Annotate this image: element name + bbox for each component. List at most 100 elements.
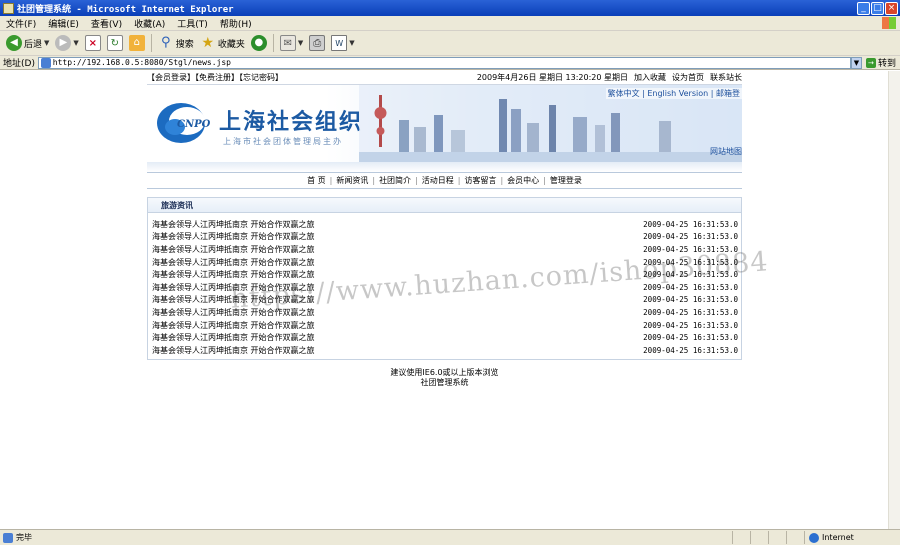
window-controls: _ □ ×	[857, 1, 898, 15]
nav-events[interactable]: 活动日程	[422, 175, 454, 186]
address-input[interactable]	[52, 57, 850, 68]
globe-icon	[809, 532, 819, 543]
minimize-button[interactable]: _	[857, 1, 870, 15]
maximize-button[interactable]: □	[871, 1, 884, 15]
language-links[interactable]: 繁体中文 | English Version | 邮箱登	[605, 88, 742, 99]
page-viewport: 【会员登录】【免费注册】【忘记密码】 2009年4月26日 星期日 13:20:…	[0, 71, 888, 529]
chevron-down-icon[interactable]: ▼	[298, 39, 303, 47]
address-label: 地址(D)	[3, 59, 35, 69]
mail-button[interactable]: ✉ ▼	[277, 33, 306, 53]
news-row[interactable]: 海基会领导人江丙坤抵南京 开始合作双赢之旅 2009-04-25 16:31:53…	[148, 319, 741, 332]
section-title: 旅游资讯	[148, 198, 741, 213]
address-bar: 地址(D) ▼ → 转到	[0, 56, 900, 70]
status-cell	[786, 531, 804, 544]
close-button[interactable]: ×	[885, 1, 898, 15]
menu-help[interactable]: 帮助(H)	[214, 17, 258, 30]
search-icon: ⚲	[161, 35, 171, 50]
news-section: 旅游资讯 海基会领导人江丙坤抵南京 开始合作双赢之旅 2009-04-25 16:…	[147, 197, 742, 360]
news-row[interactable]: 海基会领导人江丙坤抵南京 开始合作双赢之旅 2009-04-25 16:31:53…	[148, 344, 741, 357]
print-button[interactable]: ⎙	[306, 33, 328, 53]
chevron-down-icon[interactable]: ▼	[349, 39, 354, 47]
nav-member-center[interactable]: 会员中心	[507, 175, 539, 186]
vertical-scrollbar[interactable]	[888, 71, 900, 529]
menu-view[interactable]: 查看(V)	[85, 17, 128, 30]
page-footer: 建议使用IE6.0或以上版本浏览 社团管理系统	[147, 368, 742, 388]
site-subtitle: 上海市社会团体管理局主办	[223, 137, 343, 146]
back-arrow-icon: ◀	[6, 35, 22, 51]
news-date: 2009-04-25 16:31:53.0	[643, 320, 738, 330]
news-title-link[interactable]: 海基会领导人江丙坤抵南京 开始合作双赢之旅	[152, 307, 315, 318]
forward-button[interactable]: ▶ ▼	[52, 33, 81, 53]
nav-admin-login[interactable]: 管理登录	[550, 175, 582, 186]
stop-button[interactable]: ×	[82, 33, 104, 53]
news-title-link[interactable]: 海基会领导人江丙坤抵南京 开始合作双赢之旅	[152, 320, 315, 331]
news-title-link[interactable]: 海基会领导人江丙坤抵南京 开始合作双赢之旅	[152, 332, 315, 343]
set-homepage-link[interactable]: 设为首页	[672, 72, 704, 83]
footer-system-name: 社团管理系统	[420, 377, 469, 387]
news-row[interactable]: 海基会领导人江丙坤抵南京 开始合作双赢之旅 2009-04-25 16:31:53…	[148, 243, 741, 256]
toolbar: ◀ 后退 ▼ ▶ ▼ × ↻ ⌂ ⚲ 搜索 ★ 收藏夹 ● ✉ ▼ ⎙ W ▼	[0, 31, 900, 56]
date-display: 2009年4月26日 星期日 13:20:20 星期日	[476, 73, 628, 82]
refresh-icon: ↻	[106, 35, 123, 51]
chevron-down-icon[interactable]: ▼	[73, 39, 78, 47]
back-label: 后退	[24, 39, 43, 50]
site-name: 上海社会组织	[219, 109, 364, 135]
back-button[interactable]: ◀ 后退 ▼	[3, 33, 52, 53]
account-links[interactable]: 【会员登录】【免费注册】【忘记密码】	[147, 72, 283, 83]
menu-edit[interactable]: 编辑(E)	[42, 17, 85, 30]
news-title-link[interactable]: 海基会领导人江丙坤抵南京 开始合作双赢之旅	[152, 257, 315, 268]
news-row[interactable]: 海基会领导人江丙坤抵南京 开始合作双赢之旅 2009-04-25 16:31:53…	[148, 231, 741, 244]
cnpo-logo: CNPO	[157, 103, 211, 143]
status-cell	[768, 531, 786, 544]
menu-bar: 文件(F) 编辑(E) 查看(V) 收藏(A) 工具(T) 帮助(H)	[0, 16, 900, 31]
contact-link[interactable]: 联系站长	[710, 72, 742, 83]
zone-label: Internet	[822, 533, 854, 542]
add-favorite-link[interactable]: 加入收藏	[634, 72, 666, 83]
word-edit-icon: W	[331, 35, 348, 51]
edit-button[interactable]: W ▼	[328, 33, 357, 53]
news-date: 2009-04-25 16:31:53.0	[643, 295, 738, 305]
news-row[interactable]: 海基会领导人江丙坤抵南京 开始合作双赢之旅 2009-04-25 16:31:53…	[148, 268, 741, 281]
news-row[interactable]: 海基会领导人江丙坤抵南京 开始合作双赢之旅 2009-04-25 16:31:53…	[148, 281, 741, 294]
nav-home[interactable]: 首 页	[307, 175, 326, 186]
media-icon: ●	[250, 35, 267, 51]
refresh-button[interactable]: ↻	[104, 33, 126, 53]
news-date: 2009-04-25 16:31:53.0	[643, 270, 738, 280]
news-title-link[interactable]: 海基会领导人江丙坤抵南京 开始合作双赢之旅	[152, 269, 315, 280]
site-banner: CNPO 上海社会组织 上海市社会团体管理局主办 繁体中文 | English …	[147, 85, 742, 162]
news-row[interactable]: 海基会领导人江丙坤抵南京 开始合作双赢之旅 2009-04-25 16:31:53…	[148, 256, 741, 269]
stop-icon: ×	[84, 35, 101, 51]
chevron-down-icon[interactable]: ▼	[44, 39, 49, 47]
printer-icon: ⎙	[309, 35, 326, 51]
news-title-link[interactable]: 海基会领导人江丙坤抵南京 开始合作双赢之旅	[152, 345, 315, 356]
favorites-button[interactable]: ★ 收藏夹	[197, 33, 248, 53]
nav-separator: |	[500, 176, 504, 185]
go-button[interactable]: → 转到	[862, 56, 900, 69]
news-list: 海基会领导人江丙坤抵南京 开始合作双赢之旅 2009-04-25 16:31:53…	[148, 213, 741, 359]
media-button[interactable]: ●	[248, 33, 270, 53]
search-button[interactable]: ⚲ 搜索	[155, 33, 197, 53]
news-date: 2009-04-25 16:31:53.0	[643, 257, 738, 267]
nav-news[interactable]: 新闻资讯	[336, 175, 368, 186]
news-title-link[interactable]: 海基会领导人江丙坤抵南京 开始合作双赢之旅	[152, 282, 315, 293]
menu-tools[interactable]: 工具(T)	[171, 17, 214, 30]
menu-favorites[interactable]: 收藏(A)	[128, 17, 171, 30]
news-title-link[interactable]: 海基会领导人江丙坤抵南京 开始合作双赢之旅	[152, 219, 315, 230]
news-row[interactable]: 海基会领导人江丙坤抵南京 开始合作双赢之旅 2009-04-25 16:31:53…	[148, 331, 741, 344]
mail-icon: ✉	[279, 35, 296, 51]
news-title-link[interactable]: 海基会领导人江丙坤抵南京 开始合作双赢之旅	[152, 244, 315, 255]
news-title-link[interactable]: 海基会领导人江丙坤抵南京 开始合作双赢之旅	[152, 294, 315, 305]
nav-separator: |	[457, 176, 461, 185]
nav-about[interactable]: 社团简介	[379, 175, 411, 186]
news-row[interactable]: 海基会领导人江丙坤抵南京 开始合作双赢之旅 2009-04-25 16:31:53…	[148, 294, 741, 307]
address-dropdown-button[interactable]: ▼	[850, 56, 862, 69]
nav-separator: |	[415, 176, 418, 185]
news-row[interactable]: 海基会领导人江丙坤抵南京 开始合作双赢之旅 2009-04-25 16:31:53…	[148, 218, 741, 231]
sitemap-link[interactable]: 网站地图	[710, 146, 742, 157]
home-button[interactable]: ⌂	[126, 33, 148, 53]
news-row[interactable]: 海基会领导人江丙坤抵南京 开始合作双赢之旅 2009-04-25 16:31:53…	[148, 306, 741, 319]
nav-guestbook[interactable]: 访客留言	[464, 175, 496, 186]
news-title-link[interactable]: 海基会领导人江丙坤抵南京 开始合作双赢之旅	[152, 231, 315, 242]
logo-text: CNPO	[177, 119, 211, 130]
menu-file[interactable]: 文件(F)	[0, 17, 42, 30]
